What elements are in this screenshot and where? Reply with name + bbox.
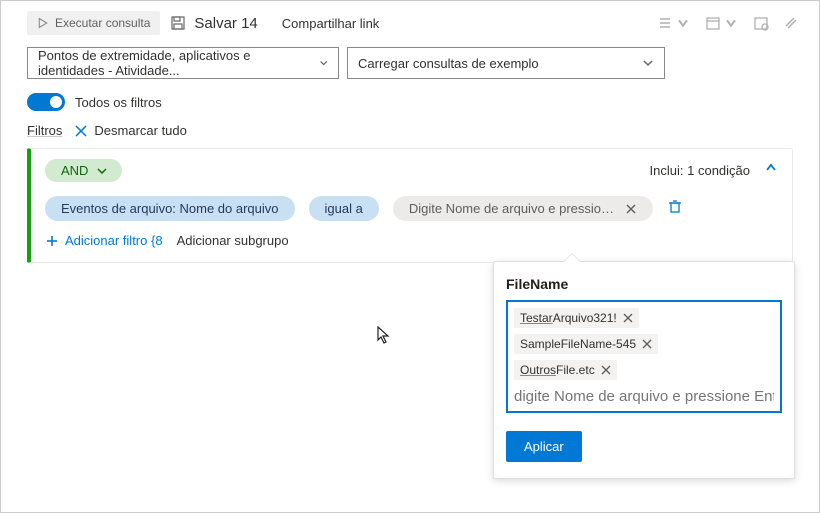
filename-chip-label: OutrosFile.etc bbox=[520, 363, 595, 377]
chevron-down-icon bbox=[96, 165, 108, 177]
chevron-down-icon bbox=[642, 57, 654, 69]
add-filter-button[interactable]: Adicionar filtro {8 bbox=[45, 233, 163, 248]
close-icon[interactable] bbox=[601, 365, 611, 375]
view-tools bbox=[657, 15, 799, 31]
scope-dropdown[interactable]: Pontos de extremidade, aplicativos e ide… bbox=[27, 47, 339, 79]
list-view-button[interactable] bbox=[657, 15, 691, 31]
dropdown-row: Pontos de extremidade, aplicativos e ide… bbox=[1, 43, 819, 89]
scope-dropdown-label: Pontos de extremidade, aplicativos e ide… bbox=[38, 48, 319, 78]
mouse-cursor-icon bbox=[377, 326, 391, 344]
filename-chip-label: SampleFileName-545 bbox=[520, 337, 636, 351]
filename-popup-title: FileName bbox=[506, 276, 782, 292]
operator-pill[interactable]: AND bbox=[45, 159, 122, 182]
filename-chip-label: TestarArquivo321! bbox=[520, 311, 617, 325]
all-filters-toggle-row: Todos os filtros bbox=[1, 89, 819, 123]
add-filter-label: Adicionar filtro {8 bbox=[65, 233, 163, 248]
filters-label: Filtros bbox=[27, 123, 62, 138]
operator-label: AND bbox=[61, 163, 88, 178]
filename-popup: FileName TestarArquivo321! SampleFileNam… bbox=[493, 261, 795, 479]
toolbar: Executar consulta Salvar 14 Compartilhar… bbox=[1, 1, 819, 43]
close-icon[interactable] bbox=[625, 203, 637, 215]
save-icon bbox=[170, 15, 186, 31]
trash-icon bbox=[667, 198, 683, 214]
run-query-label: Executar consulta bbox=[55, 16, 150, 30]
save-button[interactable]: Salvar 14 bbox=[170, 15, 257, 32]
collapse-button[interactable] bbox=[764, 161, 778, 180]
value-pill-label: Digite Nome de arquivo e pressione ... bbox=[409, 201, 615, 216]
save-label: Salvar 14 bbox=[194, 15, 257, 32]
add-subgroup-button[interactable]: Adicionar subgrupo bbox=[177, 233, 289, 248]
run-query-button[interactable]: Executar consulta bbox=[27, 11, 160, 35]
filters-header: Filtros Desmarcar tudo bbox=[1, 123, 819, 148]
field-pill[interactable]: Eventos de arquivo: Nome do arquivo bbox=[45, 196, 295, 221]
operator-condition-pill[interactable]: igual a bbox=[309, 196, 379, 221]
chevron-down-icon bbox=[675, 15, 691, 31]
clear-all-button[interactable]: Desmarcar tudo bbox=[74, 123, 186, 138]
apply-button[interactable]: Aplicar bbox=[506, 431, 582, 462]
close-icon bbox=[74, 124, 88, 138]
clear-all-label: Desmarcar tudo bbox=[94, 123, 186, 138]
share-link-button[interactable]: Compartilhar link bbox=[282, 16, 380, 31]
refresh-icon bbox=[753, 15, 769, 31]
calendar-view-button[interactable] bbox=[705, 15, 739, 31]
close-icon[interactable] bbox=[623, 313, 633, 323]
plus-icon bbox=[45, 234, 59, 248]
edit-icon bbox=[783, 15, 799, 31]
list-icon bbox=[657, 15, 673, 31]
value-pill[interactable]: Digite Nome de arquivo e pressione ... bbox=[393, 196, 653, 221]
calendar-icon bbox=[705, 15, 721, 31]
delete-condition-button[interactable] bbox=[667, 198, 683, 219]
filename-chip[interactable]: TestarArquivo321! bbox=[514, 308, 639, 328]
filename-input[interactable] bbox=[512, 384, 776, 411]
all-filters-label: Todos os filtros bbox=[75, 95, 162, 110]
close-icon[interactable] bbox=[642, 339, 652, 349]
filename-chips-box[interactable]: TestarArquivo321! SampleFileName-545 Out… bbox=[506, 300, 782, 413]
filename-chip[interactable]: SampleFileName-545 bbox=[514, 334, 658, 354]
chevron-down-icon bbox=[723, 15, 739, 31]
chevron-down-icon bbox=[319, 57, 328, 69]
all-filters-toggle[interactable] bbox=[27, 93, 65, 111]
play-icon bbox=[37, 17, 49, 29]
refresh-button[interactable] bbox=[753, 15, 769, 31]
sample-queries-label: Carregar consultas de exemplo bbox=[358, 56, 539, 71]
sample-queries-dropdown[interactable]: Carregar consultas de exemplo bbox=[347, 47, 665, 79]
filename-chip[interactable]: OutrosFile.etc bbox=[514, 360, 617, 380]
condition-count-label: Inclui: 1 condição bbox=[650, 163, 750, 178]
filter-group-card: AND Inclui: 1 condição Eventos de arquiv… bbox=[27, 148, 793, 263]
edit-button[interactable] bbox=[783, 15, 799, 31]
chevron-up-icon bbox=[764, 161, 778, 175]
